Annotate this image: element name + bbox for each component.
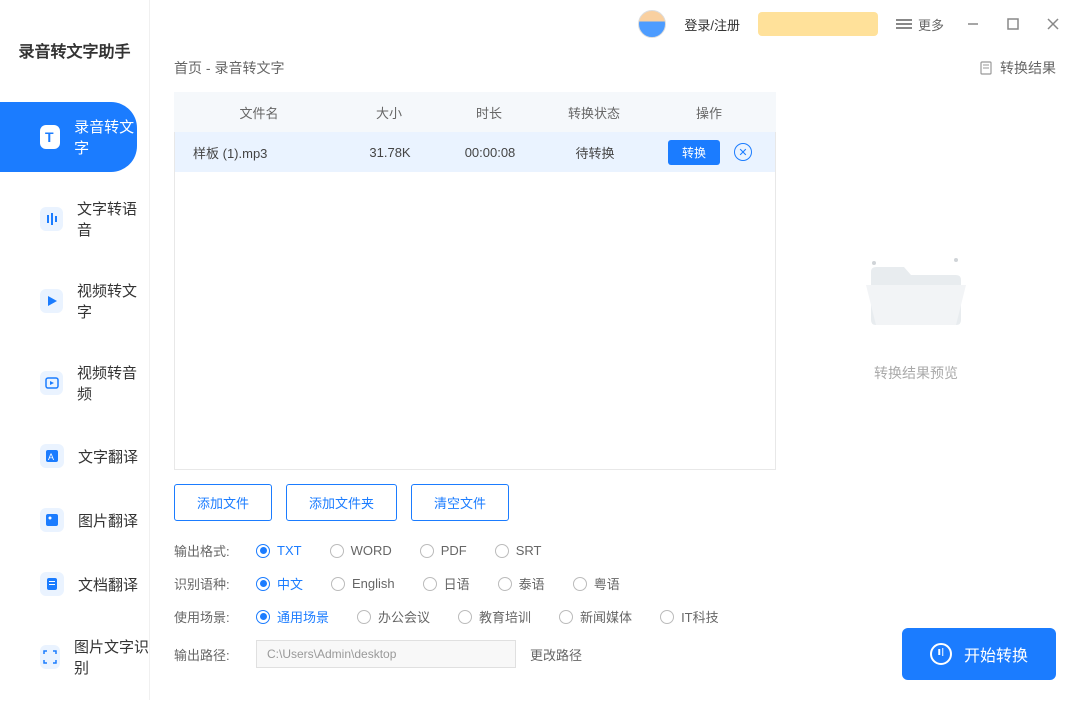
maximize-button[interactable]	[1002, 13, 1024, 35]
preview-text: 转换结果预览	[874, 363, 958, 383]
table-row[interactable]: 样板 (1).mp3 31.78K 00:00:08 待转换 转换 ✕	[175, 132, 775, 172]
doc-icon	[40, 572, 64, 596]
format-word[interactable]: WORD	[330, 543, 392, 558]
main: 登录/注册 更多 首页 - 录音转文字 转换结果 文件名 大小 时长 转换状态 …	[150, 0, 1080, 700]
format-srt[interactable]: SRT	[495, 543, 542, 558]
svg-text:A: A	[48, 452, 54, 462]
content: 文件名 大小 时长 转换状态 操作 样板 (1).mp3 31.78K 00:0…	[150, 92, 1080, 535]
login-link[interactable]: 登录/注册	[684, 15, 740, 34]
empty-folder-icon	[856, 245, 976, 335]
more-button[interactable]: 更多	[896, 15, 944, 34]
scene-education[interactable]: 教育培训	[458, 607, 531, 626]
image-translate-icon	[40, 508, 64, 532]
table-header: 文件名 大小 时长 转换状态 操作	[174, 92, 776, 132]
app-title: 录音转文字助手	[18, 38, 130, 62]
nav-label: 文字转语音	[77, 198, 149, 240]
start-convert-button[interactable]: 开始转换	[902, 628, 1056, 680]
titlebar: 登录/注册 更多	[150, 0, 1080, 48]
breadcrumb-row: 首页 - 录音转文字 转换结果	[150, 48, 1080, 92]
nav-text-translate[interactable]: A 文字翻译	[0, 430, 149, 482]
col-duration: 时长	[434, 103, 544, 122]
format-row: 输出格式: TXT WORD PDF SRT	[174, 541, 1056, 560]
nav-ocr[interactable]: 图片文字识别	[0, 622, 149, 692]
document-icon	[978, 60, 994, 76]
nav-label: 图片文字识别	[74, 636, 149, 678]
lang-row: 识别语种: 中文 English 日语 泰语 粤语	[174, 574, 1056, 593]
path-label: 输出路径:	[174, 645, 240, 664]
lang-zh[interactable]: 中文	[256, 574, 303, 593]
lang-yue[interactable]: 粤语	[573, 574, 620, 593]
voice-icon	[40, 207, 63, 231]
nav-label: 视频转音频	[77, 362, 149, 404]
add-file-button[interactable]: 添加文件	[174, 484, 272, 521]
nav-label: 视频转文字	[77, 280, 149, 322]
scene-news[interactable]: 新闻媒体	[559, 607, 632, 626]
close-button[interactable]	[1042, 13, 1064, 35]
col-operation: 操作	[644, 103, 774, 122]
nav-label: 图片翻译	[78, 510, 138, 531]
promo-badge[interactable]	[758, 12, 878, 36]
main-area: 首页 - 录音转文字 转换结果 文件名 大小 时长 转换状态 操作 样板 (1)…	[150, 48, 1080, 700]
format-txt[interactable]: TXT	[256, 543, 302, 558]
svg-text:T: T	[45, 129, 54, 145]
nav-image-translate[interactable]: 图片翻译	[0, 494, 149, 546]
minimize-button[interactable]	[962, 13, 984, 35]
cell-duration: 00:00:08	[435, 145, 545, 160]
path-input[interactable]	[256, 640, 516, 668]
lang-label: 识别语种:	[174, 574, 240, 593]
format-pdf[interactable]: PDF	[420, 543, 467, 558]
lang-en[interactable]: English	[331, 576, 395, 591]
nav-label: 文档翻译	[78, 574, 138, 595]
col-status: 转换状态	[544, 103, 644, 122]
scene-meeting[interactable]: 办公会议	[357, 607, 430, 626]
nav-audio-to-text[interactable]: T 录音转文字	[0, 102, 137, 172]
results-link[interactable]: 转换结果	[978, 58, 1056, 78]
nav-doc-translate[interactable]: 文档翻译	[0, 558, 149, 610]
format-label: 输出格式:	[174, 541, 240, 560]
hamburger-icon	[896, 17, 912, 31]
file-table-section: 文件名 大小 时长 转换状态 操作 样板 (1).mp3 31.78K 00:0…	[174, 92, 776, 535]
sidebar: 录音转文字助手 T 录音转文字 文字转语音 视频转文字 视频转音频 A 文字翻译 图…	[0, 0, 150, 700]
remove-icon[interactable]: ✕	[734, 143, 752, 161]
play-icon	[40, 289, 63, 313]
nav-label: 录音转文字	[74, 116, 137, 158]
action-buttons: 添加文件 添加文件夹 清空文件	[174, 470, 776, 535]
avatar-icon[interactable]	[638, 10, 666, 38]
cell-size: 31.78K	[345, 145, 435, 160]
text-icon: T	[40, 125, 60, 149]
preview-pane: 转换结果预览	[776, 92, 1056, 535]
scene-it[interactable]: IT科技	[660, 607, 719, 626]
video-audio-icon	[40, 371, 63, 395]
convert-icon	[930, 643, 952, 665]
lang-th[interactable]: 泰语	[498, 574, 545, 593]
col-filename: 文件名	[174, 103, 344, 122]
scene-label: 使用场景:	[174, 607, 240, 626]
add-folder-button[interactable]: 添加文件夹	[286, 484, 397, 521]
nav-text-to-speech[interactable]: 文字转语音	[0, 184, 149, 254]
translate-icon: A	[40, 444, 64, 468]
cell-status: 待转换	[545, 143, 645, 162]
breadcrumb: 首页 - 录音转文字	[174, 58, 284, 78]
col-size: 大小	[344, 103, 434, 122]
cell-op: 转换 ✕	[645, 140, 775, 165]
convert-button[interactable]: 转换	[668, 140, 720, 165]
clear-files-button[interactable]: 清空文件	[411, 484, 509, 521]
cell-name: 样板 (1).mp3	[175, 143, 345, 162]
nav-video-to-text[interactable]: 视频转文字	[0, 266, 149, 336]
table-body: 样板 (1).mp3 31.78K 00:00:08 待转换 转换 ✕	[174, 132, 776, 470]
nav-video-to-audio[interactable]: 视频转音频	[0, 348, 149, 418]
scene-general[interactable]: 通用场景	[256, 607, 329, 626]
scan-icon	[40, 645, 60, 669]
change-path-link[interactable]: 更改路径	[530, 645, 582, 664]
scene-row: 使用场景: 通用场景 办公会议 教育培训 新闻媒体 IT科技	[174, 607, 1056, 626]
nav-list: T 录音转文字 文字转语音 视频转文字 视频转音频 A 文字翻译 图片翻译 文档翻译…	[0, 102, 149, 704]
lang-jp[interactable]: 日语	[423, 574, 470, 593]
nav-label: 文字翻译	[78, 446, 138, 467]
